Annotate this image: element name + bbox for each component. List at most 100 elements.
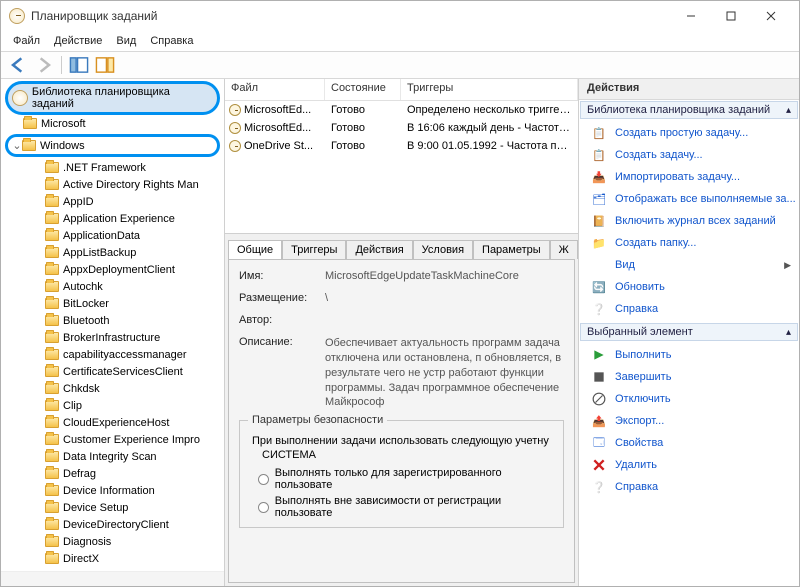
action-item[interactable]: 📔Включить журнал всех заданий bbox=[579, 210, 799, 232]
minimize-button[interactable] bbox=[671, 2, 711, 30]
action-icon bbox=[591, 457, 607, 473]
folder-icon bbox=[45, 298, 59, 309]
tree-item[interactable]: Customer Experience Impro bbox=[9, 431, 224, 448]
action-item[interactable]: 📁Создать папку... bbox=[579, 232, 799, 254]
action-label: Свойства bbox=[615, 437, 663, 449]
tree-item[interactable]: ApplicationData bbox=[9, 227, 224, 244]
action-label: Отключить bbox=[615, 393, 671, 405]
tree-item[interactable]: Autochk bbox=[9, 278, 224, 295]
task-row[interactable]: MicrosoftEd...ГотовоВ 16:06 каждый день … bbox=[225, 119, 578, 137]
action-label: Завершить bbox=[615, 371, 671, 383]
tree-item[interactable]: capabilityaccessmanager bbox=[9, 346, 224, 363]
menu-action[interactable]: Действие bbox=[48, 33, 108, 49]
radio-label: Выполнять только для зарегистрированного… bbox=[275, 467, 555, 491]
tree-item[interactable]: Clip bbox=[9, 397, 224, 414]
tree-item[interactable]: Diagnosis bbox=[9, 533, 224, 550]
tree-label: Diagnosis bbox=[63, 536, 111, 548]
tab-general[interactable]: Общие bbox=[228, 240, 282, 259]
show-hide-actions-button[interactable] bbox=[94, 54, 116, 76]
security-fieldset: Параметры безопасности При выполнении за… bbox=[239, 420, 564, 528]
col-file[interactable]: Файл bbox=[225, 79, 325, 100]
tab-triggers[interactable]: Триггеры bbox=[282, 240, 346, 259]
action-item[interactable]: ❔Справка bbox=[579, 298, 799, 320]
folder-icon bbox=[45, 468, 59, 479]
tree-item[interactable]: Defrag bbox=[9, 465, 224, 482]
show-hide-tree-button[interactable] bbox=[68, 54, 90, 76]
tree-item[interactable]: Application Experience bbox=[9, 210, 224, 227]
close-button[interactable] bbox=[751, 2, 791, 30]
tree-item[interactable]: BitLocker bbox=[9, 295, 224, 312]
action-item[interactable]: 📥Импортировать задачу... bbox=[579, 166, 799, 188]
action-icon: ❔ bbox=[591, 479, 607, 495]
action-item[interactable]: ❔Справка bbox=[579, 476, 799, 498]
tree-item[interactable]: DirectX bbox=[9, 550, 224, 567]
tree-item-microsoft[interactable]: Microsoft bbox=[1, 115, 224, 132]
tree-item[interactable]: Active Directory Rights Man bbox=[9, 176, 224, 193]
toolbar bbox=[1, 51, 799, 79]
action-item[interactable]: 🔄Обновить bbox=[579, 276, 799, 298]
folder-icon bbox=[45, 451, 59, 462]
folder-icon bbox=[45, 281, 59, 292]
actions-pane: Действия Библиотека планировщика заданий… bbox=[579, 79, 799, 586]
tab-settings[interactable]: Параметры bbox=[473, 240, 550, 259]
task-row[interactable]: MicrosoftEd...ГотовоОпределено несколько… bbox=[225, 101, 578, 119]
folder-icon bbox=[45, 502, 59, 513]
radio-logged-on[interactable]: Выполнять только для зарегистрированного… bbox=[258, 467, 555, 491]
action-item[interactable]: Выполнить bbox=[579, 344, 799, 366]
tree-item[interactable]: CertificateServicesClient bbox=[9, 363, 224, 380]
actions-group-selected[interactable]: Выбранный элемент▴ bbox=[580, 323, 798, 341]
tab-actions[interactable]: Действия bbox=[346, 240, 412, 259]
tree-root-highlight[interactable]: Библиотека планировщика заданий bbox=[5, 81, 220, 115]
radio-any[interactable]: Выполнять вне зависимости от регистрации… bbox=[258, 495, 555, 519]
task-rows: MicrosoftEd...ГотовоОпределено несколько… bbox=[225, 101, 578, 155]
tab-conditions[interactable]: Условия bbox=[413, 240, 473, 259]
tree-item[interactable]: BrokerInfrastructure bbox=[9, 329, 224, 346]
action-icon bbox=[591, 391, 607, 407]
tree-item[interactable]: .NET Framework bbox=[9, 159, 224, 176]
task-detail: Общие Триггеры Действия Условия Параметр… bbox=[225, 234, 578, 586]
action-item[interactable]: Вид▶ bbox=[579, 254, 799, 276]
tree-item[interactable]: AppxDeploymentClient bbox=[9, 261, 224, 278]
tree-item[interactable]: Chkdsk bbox=[9, 380, 224, 397]
action-item[interactable]: Удалить bbox=[579, 454, 799, 476]
action-item[interactable]: 📋Создать простую задачу... bbox=[579, 122, 799, 144]
action-item[interactable]: 📋Создать задачу... bbox=[579, 144, 799, 166]
action-item[interactable]: 🗂Отображать все выполняемые за... bbox=[579, 188, 799, 210]
menu-view[interactable]: Вид bbox=[110, 33, 142, 49]
actions-group-library[interactable]: Библиотека планировщика заданий▴ bbox=[580, 101, 798, 119]
tree-item[interactable]: Device Setup bbox=[9, 499, 224, 516]
expander-icon[interactable]: ⌄ bbox=[12, 139, 22, 152]
forward-button[interactable] bbox=[33, 54, 55, 76]
tree-item[interactable]: AppListBackup bbox=[9, 244, 224, 261]
radio-icon bbox=[258, 474, 269, 485]
action-item[interactable]: 📤Экспорт... bbox=[579, 410, 799, 432]
folder-icon bbox=[45, 349, 59, 360]
col-triggers[interactable]: Триггеры bbox=[401, 79, 578, 100]
action-item[interactable]: Отключить bbox=[579, 388, 799, 410]
back-button[interactable] bbox=[7, 54, 29, 76]
tree-item[interactable]: AppID bbox=[9, 193, 224, 210]
col-state[interactable]: Состояние bbox=[325, 79, 401, 100]
tree-item[interactable]: CloudExperienceHost bbox=[9, 414, 224, 431]
scheduler-icon bbox=[12, 90, 28, 106]
folder-icon bbox=[45, 264, 59, 275]
tree-item[interactable]: Data Integrity Scan bbox=[9, 448, 224, 465]
tree-root-label: Библиотека планировщика заданий bbox=[32, 86, 213, 110]
menu-file[interactable]: Файл bbox=[7, 33, 46, 49]
tree-label: Device Setup bbox=[63, 502, 128, 514]
tree-item[interactable]: Device Information bbox=[9, 482, 224, 499]
action-item[interactable]: 🗔Свойства bbox=[579, 432, 799, 454]
collapse-icon: ▴ bbox=[786, 327, 791, 338]
menu-help[interactable]: Справка bbox=[144, 33, 199, 49]
tree-windows-highlight[interactable]: ⌄ Windows bbox=[5, 134, 220, 157]
maximize-button[interactable] bbox=[711, 2, 751, 30]
action-icon bbox=[591, 369, 607, 385]
action-item[interactable]: Завершить bbox=[579, 366, 799, 388]
task-row[interactable]: OneDrive St...ГотовоВ 9:00 01.05.1992 - … bbox=[225, 137, 578, 155]
security-user-line: При выполнении задачи использовать следу… bbox=[252, 435, 555, 447]
tree-label: BitLocker bbox=[63, 298, 109, 310]
tree-item[interactable]: Bluetooth bbox=[9, 312, 224, 329]
tab-journal[interactable]: Ж bbox=[550, 240, 578, 259]
folder-icon bbox=[22, 140, 36, 151]
tree-item[interactable]: DeviceDirectoryClient bbox=[9, 516, 224, 533]
